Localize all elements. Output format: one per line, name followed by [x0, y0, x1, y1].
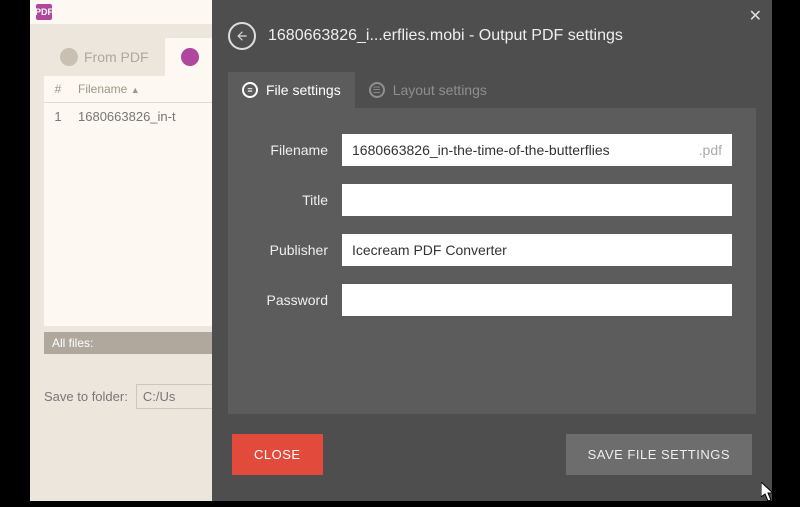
publisher-label: Publisher	[252, 242, 342, 258]
tab-from-pdf[interactable]: From PDF	[44, 38, 165, 76]
dialog-title: 1680663826_i...erflies.mobi - Output PDF…	[268, 27, 623, 45]
dialog-body: Filename .pdf Title Publisher Password	[228, 108, 756, 414]
title-label: Title	[252, 192, 342, 208]
password-input[interactable]	[342, 284, 732, 316]
tab-layout-settings[interactable]: ☰ Layout settings	[355, 72, 501, 108]
tab-layout-settings-label: Layout settings	[393, 82, 487, 98]
dialog-title-row: 1680663826_i...erflies.mobi - Output PDF…	[228, 22, 756, 50]
from-pdf-icon	[60, 48, 78, 66]
all-files-label: All files:	[52, 336, 93, 350]
layout-settings-icon: ☰	[369, 82, 385, 98]
back-button[interactable]	[228, 22, 256, 50]
password-label: Password	[252, 292, 342, 308]
tab-to-pdf[interactable]	[165, 38, 215, 76]
save-folder-label: Save to folder:	[44, 389, 128, 404]
arrow-left-icon	[235, 29, 249, 43]
tab-file-settings-label: File settings	[266, 82, 341, 98]
save-file-settings-button[interactable]: SAVE FILE SETTINGS	[566, 434, 752, 475]
row-publisher: Publisher	[252, 234, 732, 266]
dialog-header: ✕ 1680663826_i...erflies.mobi - Output P…	[212, 0, 772, 60]
app-logo-icon: PDF	[36, 4, 52, 20]
filename-label: Filename	[252, 142, 342, 158]
row-title: Title	[252, 184, 732, 216]
to-pdf-icon	[181, 48, 199, 66]
row-password: Password	[252, 284, 732, 316]
sort-indicator-icon: ▲	[131, 85, 140, 95]
tab-from-pdf-label: From PDF	[84, 49, 149, 65]
title-input[interactable]	[342, 184, 732, 216]
dialog-tabs: ≡ File settings ☰ Layout settings	[212, 60, 772, 108]
file-settings-icon: ≡	[242, 82, 258, 98]
publisher-input[interactable]	[342, 234, 732, 266]
tab-file-settings[interactable]: ≡ File settings	[228, 72, 355, 108]
row-filename: Filename .pdf	[252, 134, 732, 166]
dialog-footer: CLOSE SAVE FILE SETTINGS	[212, 414, 772, 501]
close-icon[interactable]: ✕	[749, 6, 762, 26]
cell-num: 1	[44, 103, 72, 130]
col-num: #	[44, 76, 72, 102]
filename-ext: .pdf	[699, 134, 732, 166]
filename-input[interactable]	[342, 134, 699, 166]
close-button[interactable]: CLOSE	[232, 434, 323, 475]
output-pdf-settings-dialog: ✕ 1680663826_i...erflies.mobi - Output P…	[212, 0, 772, 501]
